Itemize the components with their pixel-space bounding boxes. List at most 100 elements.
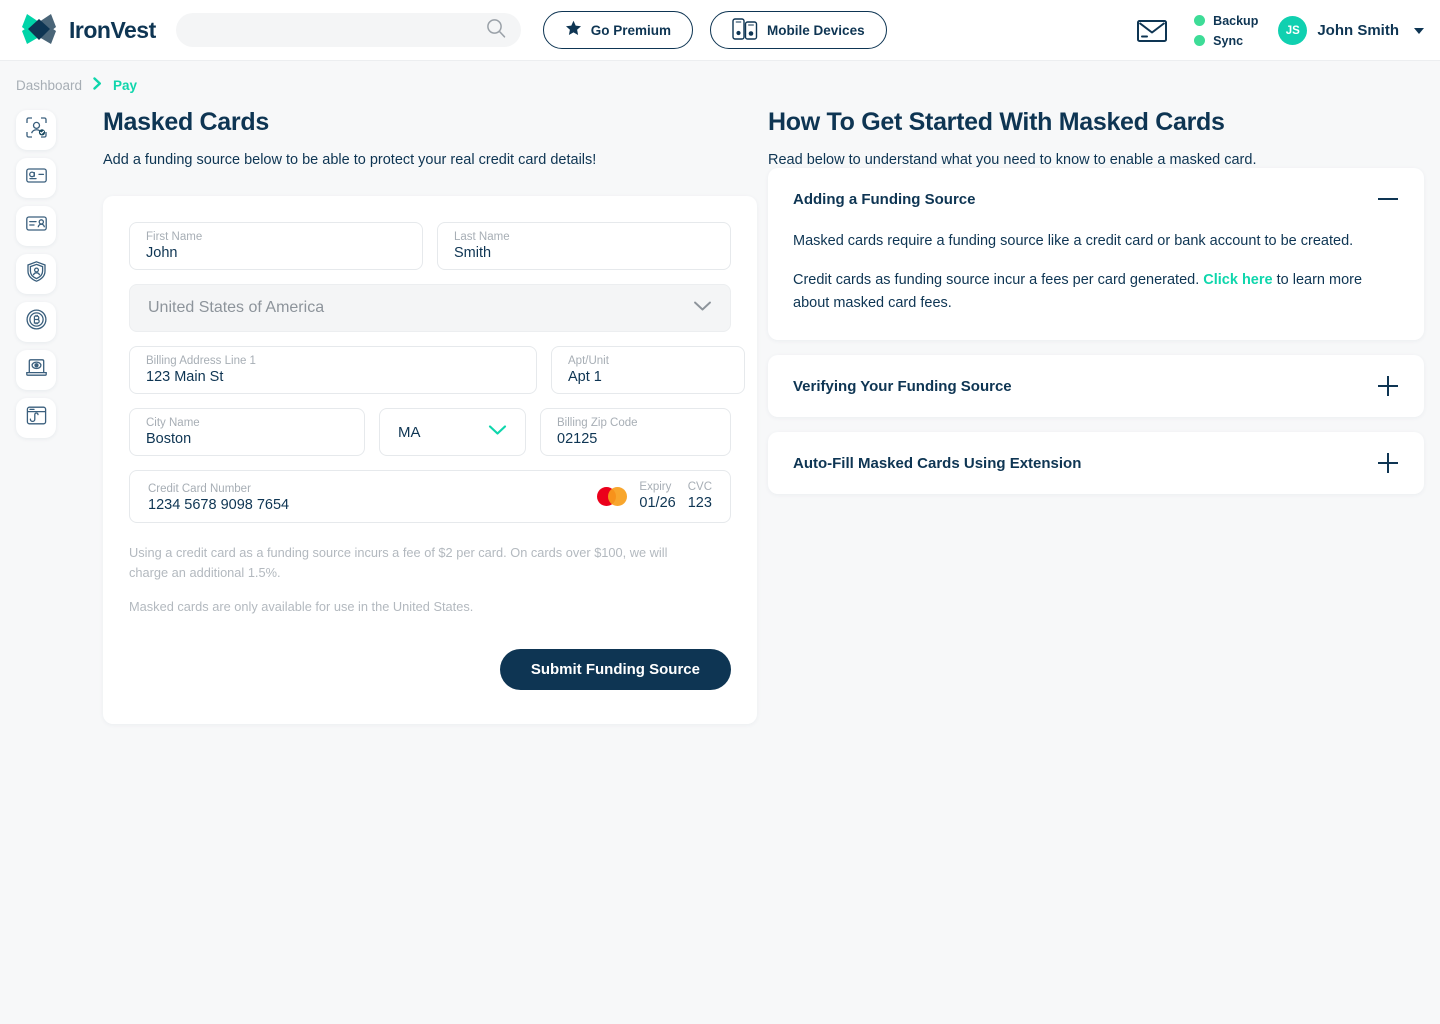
mobile-devices-label: Mobile Devices bbox=[767, 22, 865, 38]
plus-icon[interactable] bbox=[1377, 375, 1399, 397]
help-title: How To Get Started With Masked Cards bbox=[768, 108, 1225, 136]
accordion-paragraph-1: Masked cards require a funding source li… bbox=[793, 233, 1354, 249]
go-premium-button[interactable]: Go Premium bbox=[542, 11, 694, 49]
search-input[interactable] bbox=[191, 13, 485, 47]
sidebar-item-crypto[interactable] bbox=[16, 302, 56, 342]
user-menu-chevron-down-icon[interactable] bbox=[1414, 27, 1424, 34]
accordion-paragraph-2-before: Credit cards as funding source incur a f… bbox=[793, 272, 1204, 288]
accordion-header-verifying-funding-source[interactable]: Verifying Your Funding Source bbox=[768, 355, 1424, 417]
browser-hook-icon bbox=[25, 404, 48, 432]
address-line1-field[interactable]: Billing Address Line 1 bbox=[129, 346, 537, 394]
address-line1-label: Billing Address Line 1 bbox=[146, 355, 256, 367]
accordion-autofill-extension: Auto-Fill Masked Cards Using Extension bbox=[768, 432, 1424, 494]
apt-unit-label: Apt/Unit bbox=[568, 355, 609, 367]
accordion-verifying-funding-source: Verifying Your Funding Source bbox=[768, 355, 1424, 417]
header-right-group: Backup Sync JS John Smith bbox=[1132, 0, 1424, 61]
country-select[interactable]: United States of America bbox=[129, 284, 731, 332]
search-icon[interactable] bbox=[485, 17, 507, 44]
accordion-title-2: Auto-Fill Masked Cards Using Extension bbox=[793, 454, 1082, 472]
cvc-label: CVC bbox=[687, 481, 712, 493]
help-subtitle: Read below to understand what you need t… bbox=[768, 152, 1257, 168]
sidebar bbox=[16, 110, 56, 438]
status-sync-label: Sync bbox=[1213, 33, 1244, 48]
state-value: MA bbox=[398, 423, 421, 441]
zip-label: Billing Zip Code bbox=[557, 417, 638, 429]
bitcoin-coin-icon bbox=[25, 308, 48, 336]
sidebar-item-identity-card[interactable] bbox=[16, 206, 56, 246]
mastercard-icon bbox=[597, 487, 628, 506]
mobile-devices-icon bbox=[732, 17, 758, 43]
apt-unit-field[interactable]: Apt/Unit bbox=[551, 346, 745, 394]
zip-input[interactable] bbox=[557, 430, 714, 449]
submit-funding-source-button[interactable]: Submit Funding Source bbox=[499, 649, 731, 690]
expiry-value: 01/26 bbox=[639, 495, 676, 511]
sidebar-item-masked-cards[interactable] bbox=[16, 158, 56, 198]
credit-card-field[interactable]: Credit Card Number Expiry 01/26 CVC 123 bbox=[129, 470, 731, 523]
page-title: Masked Cards bbox=[103, 108, 269, 136]
last-name-label: Last Name bbox=[454, 231, 510, 243]
person-scan-verified-icon bbox=[25, 116, 48, 144]
mobile-devices-button[interactable]: Mobile Devices bbox=[710, 11, 887, 49]
address-row: Billing Address Line 1 Apt/Unit bbox=[129, 346, 745, 394]
user-name[interactable]: John Smith bbox=[1317, 22, 1399, 39]
last-name-input[interactable] bbox=[454, 244, 714, 263]
accordion-header-adding-funding-source[interactable]: Adding a Funding Source bbox=[768, 168, 1424, 230]
laptop-eye-icon bbox=[25, 356, 48, 384]
sidebar-item-device-privacy[interactable] bbox=[16, 350, 56, 390]
search-box[interactable] bbox=[175, 13, 521, 47]
expiry-field[interactable]: Expiry 01/26 bbox=[639, 480, 675, 513]
accordion-paragraph-2: Credit cards as funding source incur a f… bbox=[793, 269, 1399, 315]
city-label: City Name bbox=[146, 417, 200, 429]
sidebar-item-identity-protection[interactable] bbox=[16, 110, 56, 150]
credit-card-input[interactable] bbox=[148, 495, 598, 515]
status-backup-label: Backup bbox=[1213, 13, 1259, 28]
accordion-header-autofill-extension[interactable]: Auto-Fill Masked Cards Using Extension bbox=[768, 432, 1424, 494]
breadcrumb: Dashboard Pay bbox=[0, 71, 1440, 99]
breadcrumb-pay[interactable]: Pay bbox=[113, 78, 137, 93]
credit-card-icon bbox=[25, 164, 48, 192]
sidebar-item-account-shield[interactable] bbox=[16, 254, 56, 294]
breadcrumb-chevron-right-icon bbox=[93, 77, 102, 93]
expiry-label: Expiry bbox=[639, 481, 672, 493]
star-icon bbox=[565, 20, 582, 40]
apt-unit-input[interactable] bbox=[568, 368, 728, 387]
minus-icon[interactable] bbox=[1377, 188, 1399, 210]
cvc-field[interactable]: CVC 123 bbox=[688, 480, 712, 513]
plus-icon[interactable] bbox=[1377, 452, 1399, 474]
availability-notice: Masked cards are only available for use … bbox=[129, 599, 474, 614]
id-card-icon bbox=[25, 212, 48, 240]
status-indicators: Backup Sync bbox=[1194, 14, 1258, 48]
status-sync: Sync bbox=[1194, 34, 1258, 48]
avatar[interactable]: JS bbox=[1278, 16, 1308, 45]
app-header: IronVest Go Premium Mobile Devices Backu… bbox=[0, 0, 1440, 61]
first-name-field[interactable]: First Name bbox=[129, 222, 423, 270]
accordion-adding-funding-source: Adding a Funding Source Masked cards req… bbox=[768, 168, 1424, 340]
first-name-input[interactable] bbox=[146, 244, 406, 263]
ironvest-diamond-logo-icon bbox=[18, 11, 60, 49]
help-section: How To Get Started With Masked Cards Rea… bbox=[768, 108, 1424, 509]
accordion-title-1: Verifying Your Funding Source bbox=[793, 377, 1012, 395]
page-subtitle: Add a funding source below to be able to… bbox=[103, 152, 597, 168]
credit-card-label: Credit Card Number bbox=[148, 482, 251, 495]
address-line1-input[interactable] bbox=[146, 368, 520, 387]
state-select[interactable]: MA bbox=[379, 408, 526, 456]
go-premium-label: Go Premium bbox=[590, 22, 672, 38]
click-here-link[interactable]: Click here bbox=[1203, 272, 1272, 288]
state-chevron-down-icon bbox=[488, 423, 507, 441]
fee-notice: Using a credit card as a funding source … bbox=[129, 545, 668, 580]
city-input[interactable] bbox=[146, 430, 348, 449]
shield-person-icon bbox=[25, 260, 48, 288]
accordion-title-0: Adding a Funding Source bbox=[793, 190, 976, 208]
masked-cards-section: Masked Cards Add a funding source below … bbox=[103, 108, 757, 724]
country-value: United States of America bbox=[148, 299, 325, 316]
status-backup: Backup bbox=[1194, 14, 1258, 28]
city-field[interactable]: City Name bbox=[129, 408, 365, 456]
sidebar-item-phishing-protection[interactable] bbox=[16, 398, 56, 438]
mail-envelope-icon[interactable] bbox=[1132, 14, 1172, 48]
breadcrumb-dashboard[interactable]: Dashboard bbox=[16, 78, 82, 93]
zip-field[interactable]: Billing Zip Code bbox=[540, 408, 731, 456]
brand-logo[interactable]: IronVest bbox=[18, 11, 156, 49]
cvc-value: 123 bbox=[687, 495, 712, 511]
last-name-field[interactable]: Last Name bbox=[437, 222, 731, 270]
status-dot-backup bbox=[1194, 15, 1206, 26]
